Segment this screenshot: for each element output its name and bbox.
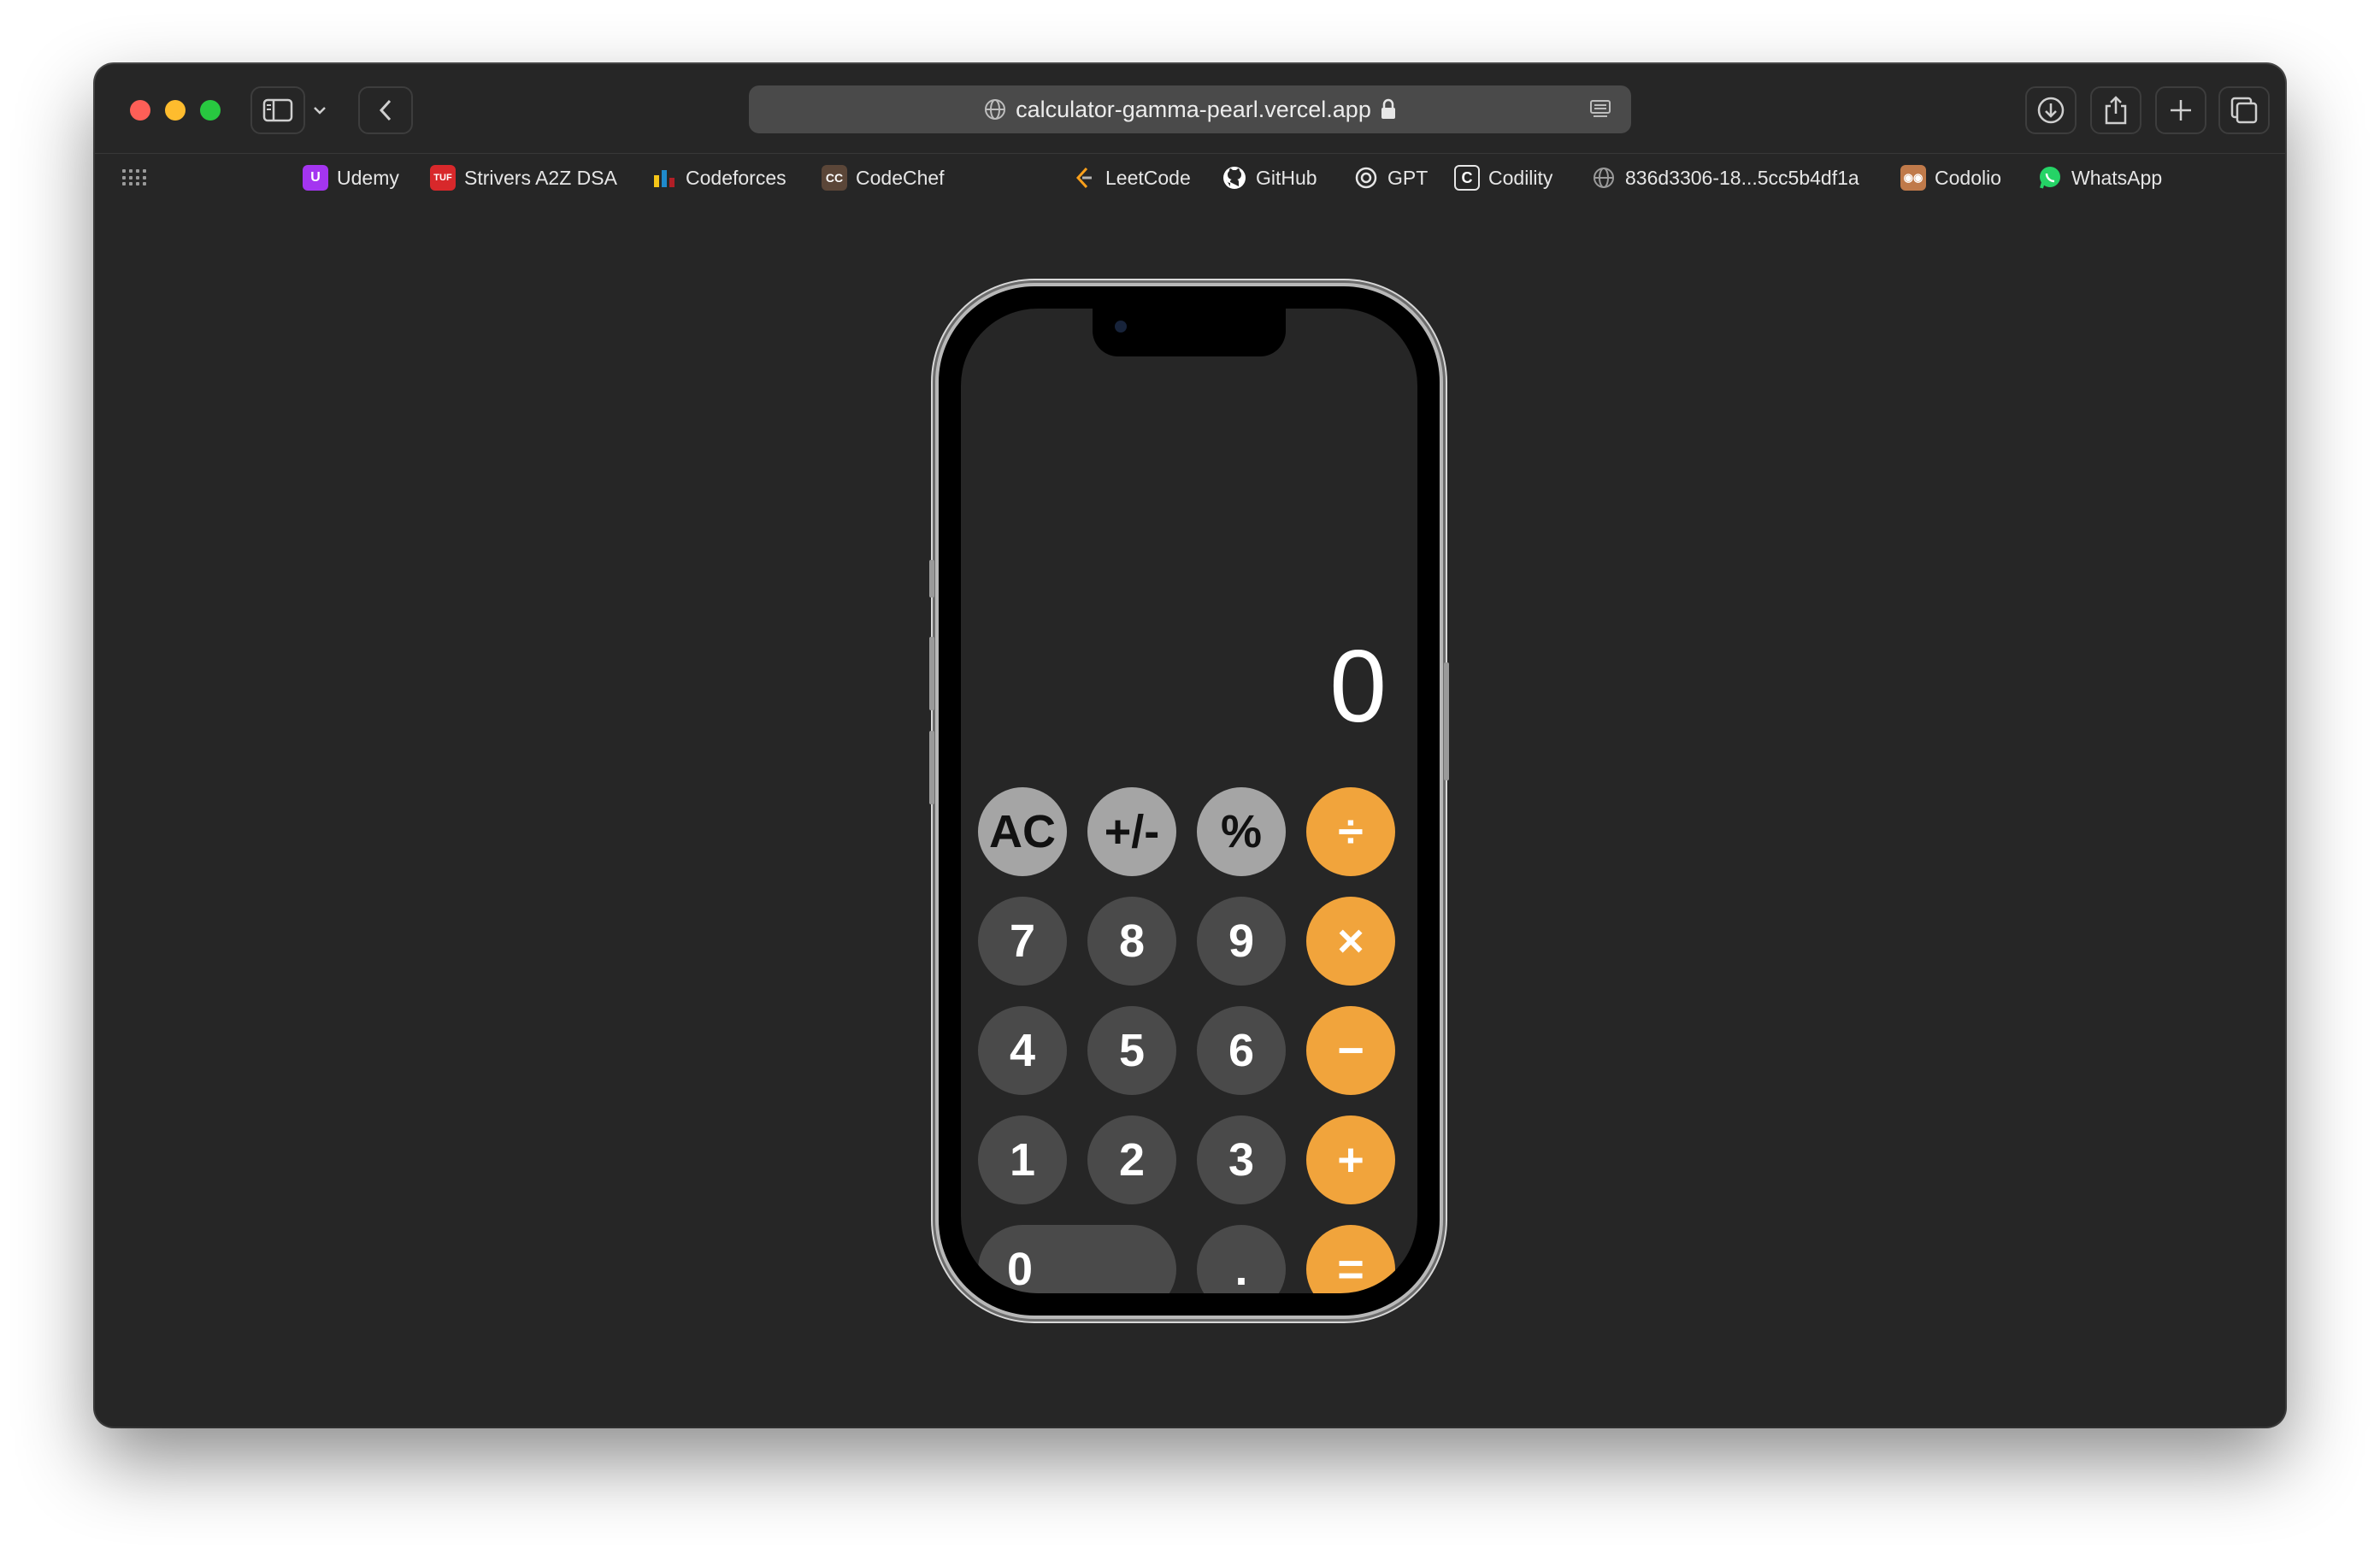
- lock-icon: [1381, 98, 1395, 119]
- subtract-button[interactable]: −: [1306, 1006, 1395, 1095]
- bookmark-label: WhatsApp: [2071, 166, 2163, 189]
- plus-icon: [2171, 100, 2191, 121]
- reader-icon[interactable]: [1588, 98, 1612, 121]
- codeforces-icon: [651, 165, 677, 191]
- bookmark-codechef[interactable]: CC CodeChef: [822, 162, 945, 193]
- share-icon: [2105, 96, 2127, 125]
- favorites-bar: U Udemy TUF Strivers A2Z DSA Codeforces …: [95, 153, 2285, 202]
- bookmark-unnamed-link[interactable]: 836d3306-18...5cc5b4df1a: [1591, 162, 1859, 193]
- volume-up-button: [929, 637, 934, 710]
- tab-overview-button[interactable]: [2218, 86, 2270, 134]
- bookmark-github[interactable]: GitHub: [1222, 162, 1317, 193]
- add-button[interactable]: +: [1306, 1115, 1395, 1204]
- power-button: [1444, 662, 1449, 780]
- digit-1-button[interactable]: 1: [978, 1115, 1067, 1204]
- sidebar-icon: [262, 98, 293, 122]
- download-icon: [2037, 97, 2065, 124]
- digit-5-button[interactable]: 5: [1087, 1006, 1176, 1095]
- codolio-icon: ◉◉: [1900, 165, 1926, 191]
- divide-button[interactable]: ÷: [1306, 787, 1395, 876]
- bookmark-whatsapp[interactable]: WhatsApp: [2037, 162, 2162, 193]
- downloads-button[interactable]: [2025, 86, 2077, 134]
- bookmark-label: Udemy: [337, 166, 399, 189]
- bookmark-label: CodeChef: [856, 166, 945, 189]
- digit-9-button[interactable]: 9: [1197, 897, 1286, 986]
- bookmark-strivers[interactable]: TUF Strivers A2Z DSA: [430, 162, 617, 193]
- openai-icon: [1353, 165, 1379, 191]
- bookmark-codility[interactable]: C Codility: [1454, 162, 1552, 193]
- bookmark-udemy[interactable]: U Udemy: [303, 162, 399, 193]
- calculator-display: 0: [1329, 629, 1387, 744]
- sidebar-toggle-button[interactable]: [250, 86, 305, 134]
- bookmark-label: Codolio: [1935, 166, 2001, 189]
- globe-icon: [985, 99, 1006, 120]
- digit-8-button[interactable]: 8: [1087, 897, 1176, 986]
- browser-toolbar: calculator-gamma-pearl.vercel.app: [95, 64, 2285, 153]
- back-button[interactable]: [358, 86, 413, 134]
- bookmark-label: GPT: [1387, 166, 1429, 189]
- bookmark-label: LeetCode: [1105, 166, 1191, 189]
- digit-4-button[interactable]: 4: [978, 1006, 1067, 1095]
- phone-frame: 0 AC +/- % ÷ 7 8 9 × 4 5 6 − 1 2 3 + 0 .: [929, 286, 1449, 1316]
- percent-button[interactable]: %: [1197, 787, 1286, 876]
- bookmark-codolio[interactable]: ◉◉ Codolio: [1900, 162, 2001, 193]
- equals-button[interactable]: =: [1306, 1225, 1395, 1293]
- calculator-screen: 0 AC +/- % ÷ 7 8 9 × 4 5 6 − 1 2 3 + 0 .: [961, 309, 1417, 1293]
- digit-2-button[interactable]: 2: [1087, 1115, 1176, 1204]
- whatsapp-icon: [2037, 165, 2063, 191]
- minimize-window-button[interactable]: [165, 100, 186, 121]
- github-icon: [1222, 165, 1247, 191]
- bookmark-label: GitHub: [1256, 166, 1317, 189]
- digit-3-button[interactable]: 3: [1197, 1115, 1286, 1204]
- digit-6-button[interactable]: 6: [1197, 1006, 1286, 1095]
- address-bar[interactable]: calculator-gamma-pearl.vercel.app: [749, 85, 1631, 133]
- bookmark-gpt[interactable]: GPT: [1353, 162, 1428, 193]
- chevron-down-icon: [314, 107, 326, 115]
- plus-minus-button[interactable]: +/-: [1087, 787, 1176, 876]
- bookmark-leetcode[interactable]: LeetCode: [1071, 162, 1191, 193]
- browser-window: calculator-gamma-pearl.vercel.app U Udem…: [95, 64, 2285, 1427]
- apps-grid-icon[interactable]: [122, 169, 146, 186]
- codility-icon: C: [1454, 165, 1480, 191]
- decimal-button[interactable]: .: [1197, 1225, 1286, 1293]
- maximize-window-button[interactable]: [200, 100, 221, 121]
- url-text: calculator-gamma-pearl.vercel.app: [1016, 96, 1371, 122]
- multiply-button[interactable]: ×: [1306, 897, 1395, 986]
- codechef-icon: CC: [822, 165, 847, 191]
- leetcode-icon: [1071, 165, 1097, 191]
- digit-7-button[interactable]: 7: [978, 897, 1067, 986]
- bookmark-codeforces[interactable]: Codeforces: [651, 162, 786, 193]
- mute-switch: [929, 560, 934, 597]
- tuf-icon: TUF: [430, 165, 456, 191]
- udemy-icon: U: [303, 165, 328, 191]
- all-clear-button[interactable]: AC: [978, 787, 1067, 876]
- bookmark-label: 836d3306-18...5cc5b4df1a: [1625, 166, 1859, 189]
- camera-icon: [1115, 321, 1127, 333]
- volume-down-button: [929, 731, 934, 804]
- globe-icon: [1591, 165, 1617, 191]
- share-button[interactable]: [2090, 86, 2141, 134]
- tab-group-menu-button[interactable]: [307, 86, 333, 134]
- close-window-button[interactable]: [130, 100, 150, 121]
- digit-0-button[interactable]: 0: [978, 1225, 1176, 1293]
- new-tab-button[interactable]: [2155, 86, 2206, 134]
- bookmark-label: Strivers A2Z DSA: [464, 166, 617, 189]
- bookmark-label: Codeforces: [686, 166, 786, 189]
- phone-notch: [1093, 309, 1286, 356]
- chevron-left-icon: [379, 99, 392, 121]
- bookmark-label: Codility: [1488, 166, 1553, 189]
- tabs-overview-icon: [2230, 97, 2258, 124]
